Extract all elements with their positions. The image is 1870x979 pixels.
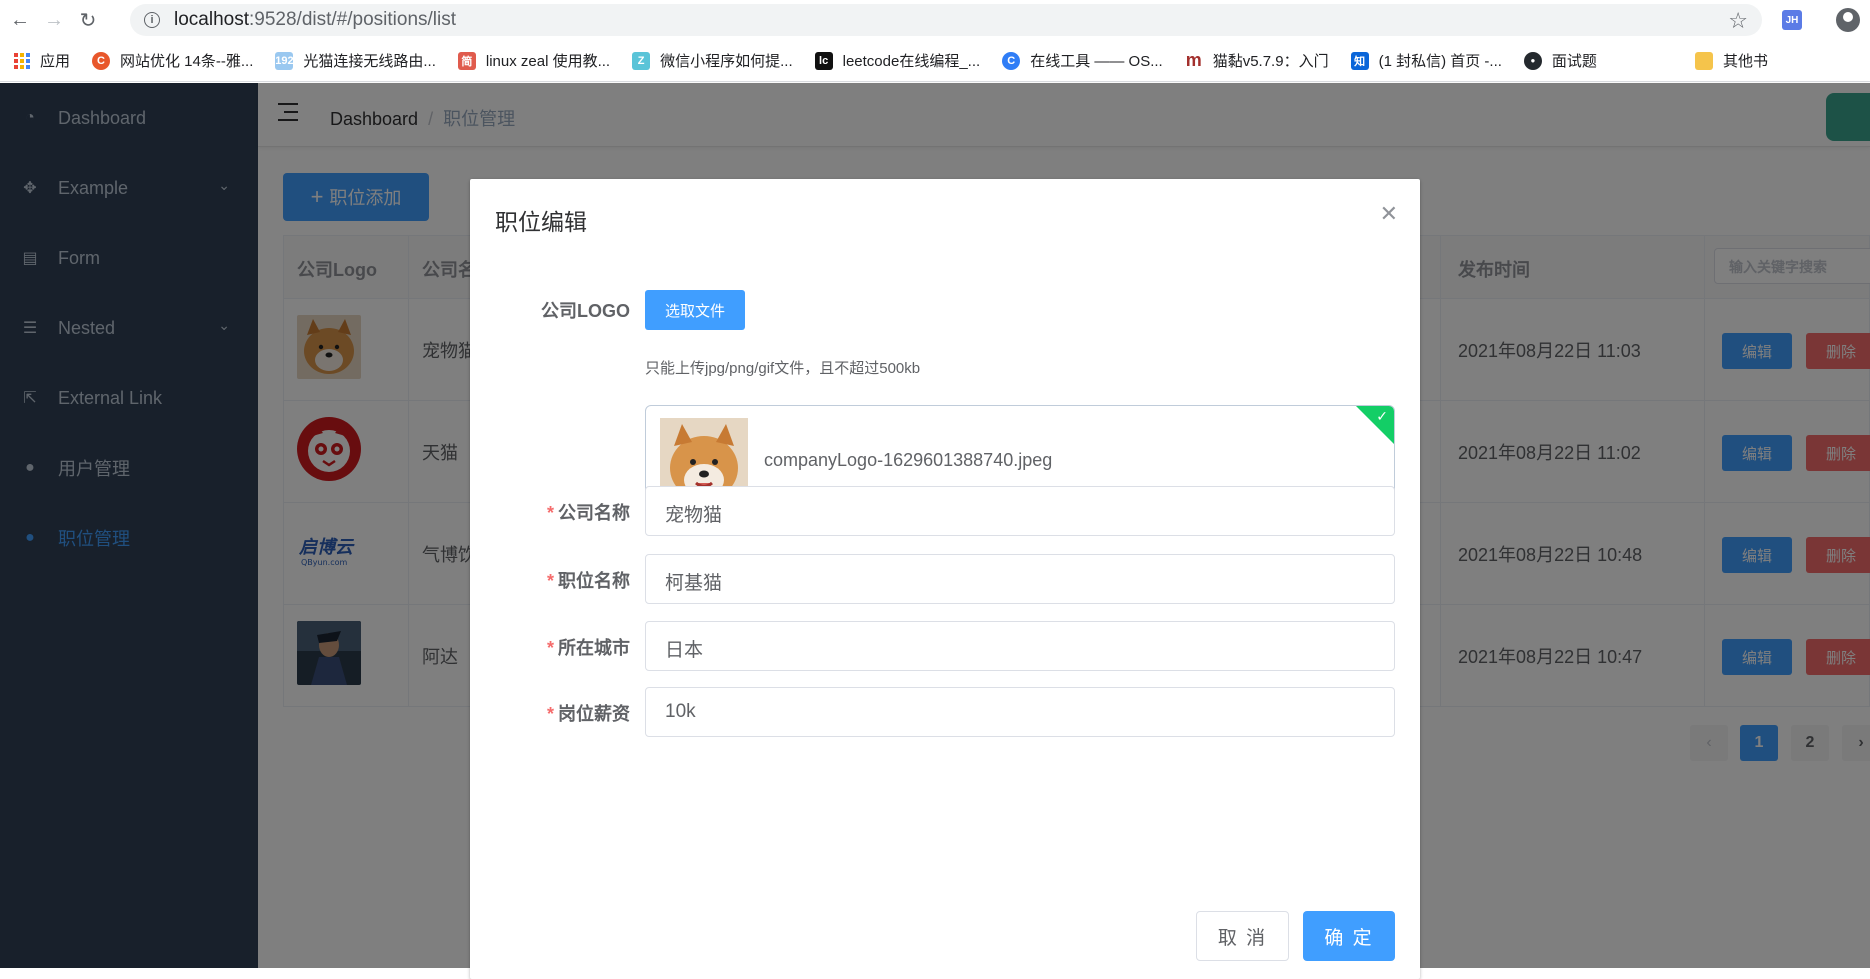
192-icon: 192 <box>275 51 294 70</box>
bookmark-label: 应用 <box>40 53 71 70</box>
bookmark-item[interactable]: 其他书 <box>1694 50 1768 71</box>
field-label: * 所在城市 <box>547 634 630 660</box>
bookmarks-bar: 应用 C 网站优化 14条--雅... 192 光猫连接无线路由... 简 linux ze… <box>0 40 1870 82</box>
bookmark-item[interactable]: Z 微信小程序如何提... <box>632 50 793 71</box>
bookmark-label: linux zeal 使用教... <box>485 53 611 70</box>
field-label: * 岗位薪资 <box>547 700 630 726</box>
logo-label: 公司LOGO <box>541 301 630 321</box>
bookmark-star-icon[interactable]: ☆ <box>1728 8 1748 34</box>
form-input[interactable]: 柯基猫 <box>645 554 1395 604</box>
bookmark-label: 微信小程序如何提... <box>660 53 793 70</box>
required-mark: * <box>546 571 554 591</box>
bookmark-item[interactable]: lc leetcode在线编程_... <box>814 50 981 71</box>
field-label-text: 岗位薪资 <box>558 704 630 724</box>
bookmark-item[interactable]: C 网站优化 14条--雅... <box>92 50 253 71</box>
bookmark-label: 面试题 <box>1551 53 1597 70</box>
zhihu-icon: 知 <box>1350 51 1369 70</box>
field-label: * 公司名称 <box>547 499 630 525</box>
bookmark-item[interactable]: C 在线工具 —— OS... <box>1002 50 1163 71</box>
bookmark-label: 光猫连接无线路由... <box>303 53 436 70</box>
reload-icon[interactable]: ↻ <box>74 6 102 34</box>
cancel-button[interactable]: 取 消 <box>1196 911 1289 961</box>
lc-icon: lc <box>814 51 833 70</box>
upload-success-badge <box>1355 406 1394 445</box>
form-input[interactable]: 日本 <box>645 621 1395 671</box>
required-mark: * <box>546 503 554 523</box>
field-label-text: 所在城市 <box>558 638 630 658</box>
bookmark-item[interactable]: 192 光猫连接无线路由... <box>275 50 436 71</box>
upload-tip: 只能上传jpg/png/gif文件，且不超过500kb <box>645 360 921 377</box>
file-name: companyLogo-1629601388740.jpeg <box>764 450 1053 470</box>
required-mark: * <box>546 638 554 658</box>
bookmark-item[interactable]: 简 linux zeal 使用教... <box>457 50 611 71</box>
edit-position-dialog: 职位编辑 ✕ 公司LOGO 选取文件 只能上传jpg/png/gif文件，且不超… <box>470 179 1420 979</box>
folder-icon <box>1694 51 1713 70</box>
bookmark-item[interactable]: m 猫黏v5.7.9：入门 <box>1184 50 1329 71</box>
m-icon: m <box>1184 50 1203 70</box>
bookmark-item[interactable]: 应用 <box>14 50 70 71</box>
extension-jh-icon[interactable]: JH <box>1782 10 1802 30</box>
z-icon: Z <box>632 51 651 70</box>
back-icon[interactable]: ← <box>6 6 34 34</box>
form-input[interactable]: 宠物猫 <box>645 486 1395 536</box>
c-icon: C <box>92 51 111 70</box>
check-icon: ✓ <box>1376 408 1388 424</box>
bookmark-item[interactable]: ● 面试题 <box>1523 50 1597 71</box>
c-blue-icon: C <box>1002 51 1021 70</box>
github-icon: ● <box>1523 51 1542 70</box>
bookmark-label: 猫黏v5.7.9：入门 <box>1212 53 1329 70</box>
forward-icon[interactable]: → <box>40 6 68 34</box>
field-label: * 职位名称 <box>547 567 630 593</box>
jian-icon: 简 <box>457 51 476 70</box>
field-label-text: 公司名称 <box>558 503 630 523</box>
confirm-button[interactable]: 确 定 <box>1303 911 1395 961</box>
url-path: :9528/dist/#/positions/list <box>249 9 457 30</box>
bookmark-item[interactable]: 知 (1 封私信) 首页 -... <box>1350 50 1502 71</box>
select-file-button[interactable]: 选取文件 <box>645 290 745 330</box>
dialog-title: 职位编辑 <box>495 209 587 235</box>
bookmark-label: 网站优化 14条--雅... <box>120 53 254 70</box>
bookmark-label: 在线工具 —— OS... <box>1030 53 1163 70</box>
info-icon[interactable]: i <box>144 12 160 28</box>
required-mark: * <box>546 704 554 724</box>
profile-avatar-icon[interactable] <box>1836 8 1860 32</box>
bookmark-label: 其他书 <box>1722 53 1768 70</box>
url-host: localhost <box>174 9 249 30</box>
form-input[interactable]: 10k <box>645 687 1395 737</box>
browser-toolbar: ← → ↻ i localhost:9528/dist/#/positions/… <box>0 0 1870 40</box>
bookmark-label: (1 封私信) 首页 -... <box>1378 53 1502 70</box>
close-icon[interactable]: ✕ <box>1380 201 1398 227</box>
address-bar[interactable]: i localhost:9528/dist/#/positions/list ☆ <box>130 4 1762 36</box>
apps-icon <box>14 52 30 69</box>
field-label-text: 职位名称 <box>558 571 630 591</box>
bookmark-label: leetcode在线编程_... <box>842 53 981 70</box>
